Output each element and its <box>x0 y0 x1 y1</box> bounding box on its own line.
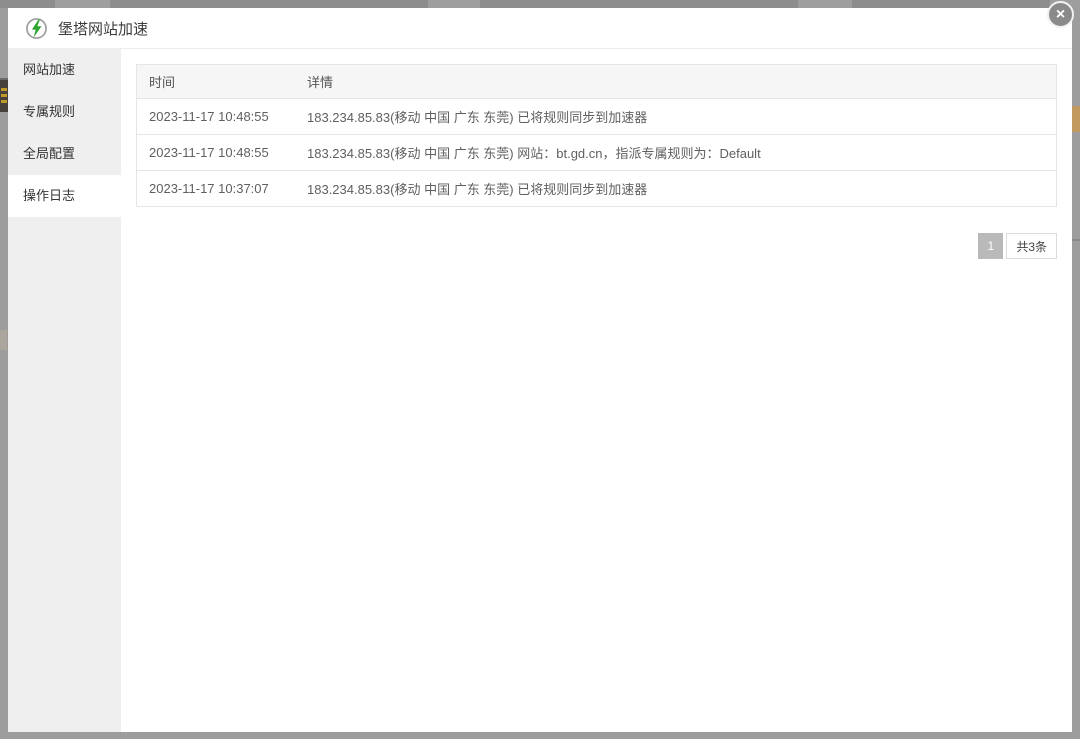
log-time: 2023-11-17 10:37:07 <box>137 181 307 196</box>
sidebar-item-global-config[interactable]: 全局配置 <box>8 133 121 175</box>
page-number-button[interactable]: 1 <box>978 233 1003 259</box>
log-detail: 183.234.85.83(移动 中国 广东 东莞) 已将规则同步到加速器 <box>307 107 1056 126</box>
lightning-icon <box>25 17 48 40</box>
log-detail: 183.234.85.83(移动 中国 广东 东莞) 已将规则同步到加速器 <box>307 179 1056 198</box>
sidebar-item-operation-log[interactable]: 操作日志 <box>8 175 121 217</box>
underlying-page-fragment <box>0 78 8 112</box>
underlying-page-top-strip <box>0 0 1080 8</box>
column-header-time: 时间 <box>137 72 307 91</box>
operation-log-table: 时间 详情 2023-11-17 10:48:55 183.234.85.83(… <box>136 64 1057 207</box>
column-header-detail: 详情 <box>307 72 1056 91</box>
underlying-page-fragment <box>1072 106 1080 132</box>
pagination: 1 共3条 <box>136 233 1057 259</box>
total-count-label: 共3条 <box>1006 233 1057 259</box>
sidebar-item-website-acceleration[interactable]: 网站加速 <box>8 49 121 91</box>
page-title: 堡塔网站加速 <box>58 18 148 39</box>
log-detail: 183.234.85.83(移动 中国 广东 东莞) 网站：bt.gd.cn，指… <box>307 143 1056 162</box>
underlying-page-fragment <box>1072 239 1080 241</box>
sidebar-item-exclusive-rules[interactable]: 专属规则 <box>8 91 121 133</box>
underlying-page-fragment <box>0 330 7 350</box>
log-time: 2023-11-17 10:48:55 <box>137 145 307 160</box>
sidebar: 网站加速 专属规则 全局配置 操作日志 <box>8 49 121 732</box>
table-row: 2023-11-17 10:48:55 183.234.85.83(移动 中国 … <box>137 134 1056 170</box>
table-row: 2023-11-17 10:37:07 183.234.85.83(移动 中国 … <box>137 170 1056 206</box>
table-header-row: 时间 详情 <box>137 65 1056 98</box>
close-icon[interactable]: × <box>1047 1 1074 28</box>
modal-body: 网站加速 专属规则 全局配置 操作日志 时间 详情 2023-11-17 10:… <box>8 49 1072 732</box>
table-row: 2023-11-17 10:48:55 183.234.85.83(移动 中国 … <box>137 98 1056 134</box>
modal-titlebar: 堡塔网站加速 <box>8 8 1072 49</box>
accelerator-modal: × 堡塔网站加速 网站加速 专属规则 全局配置 操作日志 时间 详情 2023-… <box>8 8 1072 732</box>
main-content: 时间 详情 2023-11-17 10:48:55 183.234.85.83(… <box>121 49 1072 732</box>
log-time: 2023-11-17 10:48:55 <box>137 109 307 124</box>
